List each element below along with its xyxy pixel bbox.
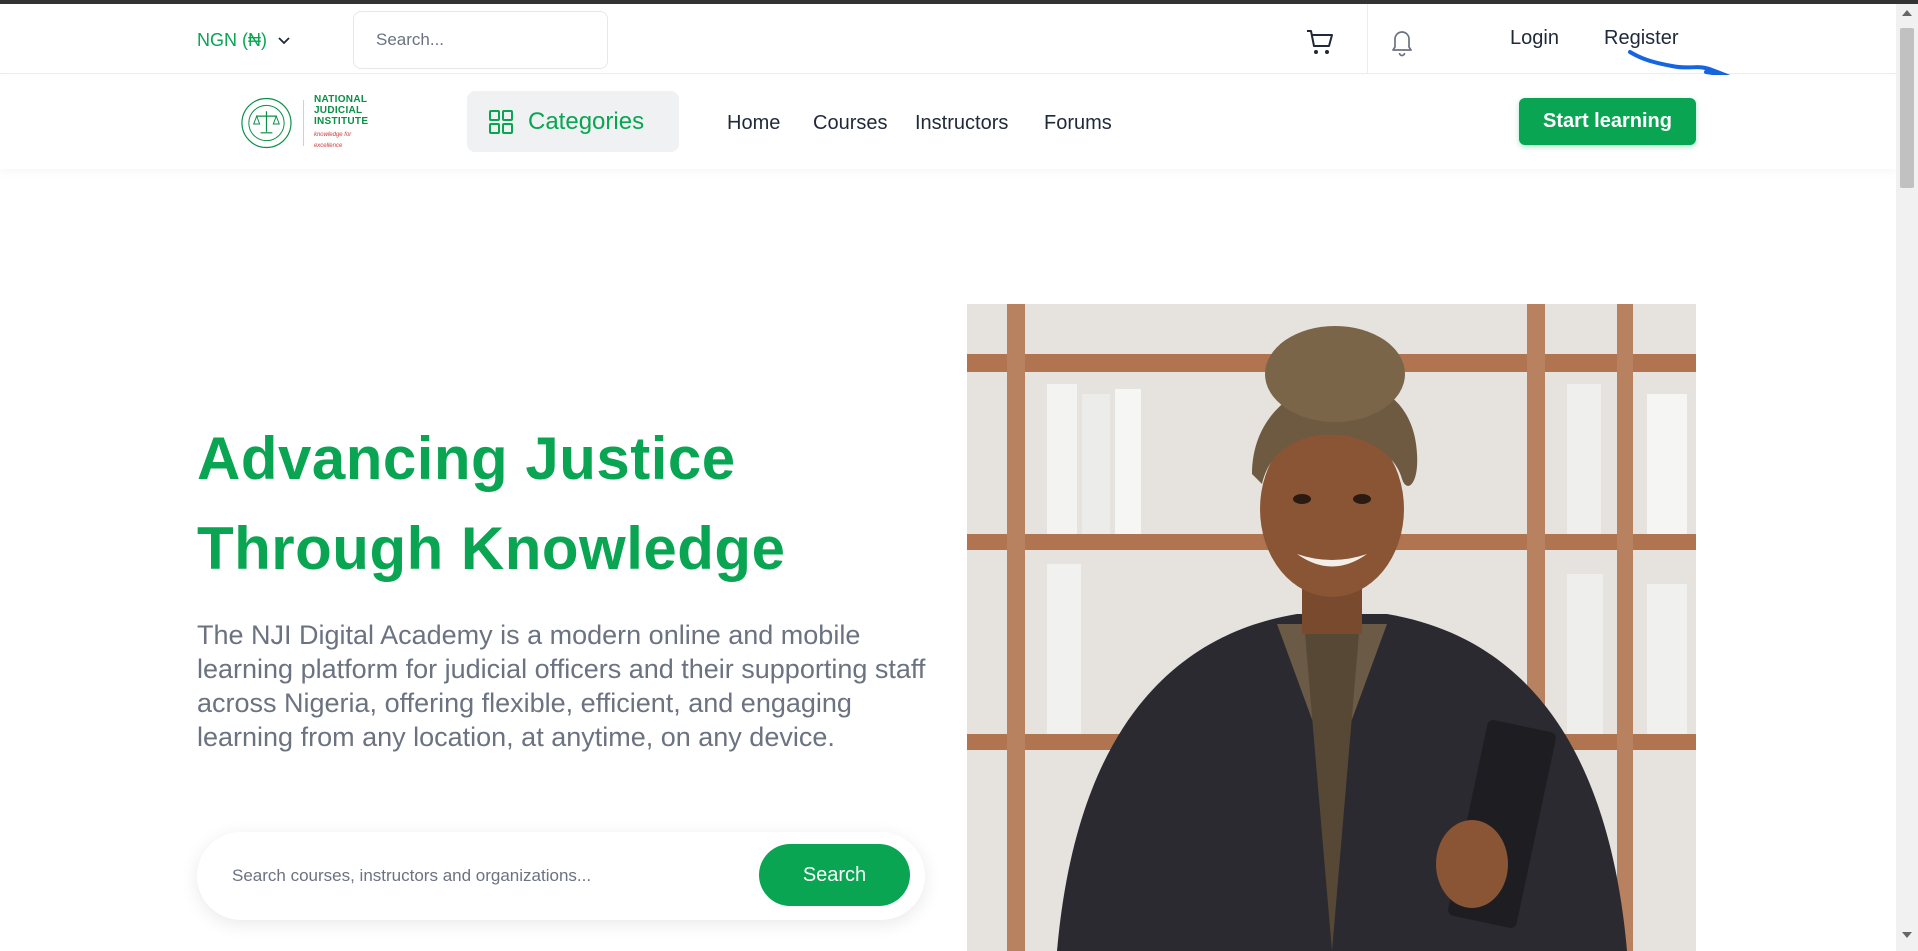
login-link[interactable]: Login [1510, 27, 1559, 50]
nav-forums-link[interactable]: Forums [1044, 112, 1112, 135]
hero-title-line-2: Through Knowledge [197, 515, 786, 582]
header-search-input[interactable] [376, 30, 597, 50]
scroll-down-arrow-icon[interactable] [1902, 932, 1912, 938]
scroll-thumb[interactable] [1900, 28, 1914, 188]
hero-title-line-1: Advancing Justice [197, 425, 736, 492]
court-seal-icon [241, 97, 292, 149]
chevron-down-icon [278, 37, 290, 45]
logo-line-2: JUDICIAL [313, 105, 363, 116]
categories-button[interactable]: Categories [467, 91, 679, 152]
main-navigation: NATIONAL JUDICIAL INSTITUTE knowledge fo… [0, 75, 1896, 169]
currency-selector[interactable]: NGN (₦) [197, 28, 291, 52]
logo-tagline: knowledge for excellence [313, 132, 352, 149]
logo-line-1: NATIONAL [313, 94, 368, 105]
grid-icon [489, 109, 513, 134]
logo-wordmark: NATIONAL JUDICIAL INSTITUTE knowledge fo… [314, 94, 380, 152]
cart-icon[interactable] [1305, 27, 1335, 57]
bell-icon[interactable] [1388, 27, 1416, 57]
divider [1367, 4, 1368, 74]
nav-home-link[interactable]: Home [727, 112, 780, 135]
hero-description: The NJI Digital Academy is a modern onli… [197, 620, 926, 752]
start-learning-button[interactable]: Start learning [1519, 98, 1696, 145]
nav-instructors-link[interactable]: Instructors [915, 112, 1008, 135]
hero-search-bar: Search [197, 832, 925, 920]
categories-label: Categories [528, 107, 645, 135]
hero-search-button[interactable]: Search [759, 844, 910, 906]
hero-image [967, 304, 1696, 951]
logo-line-3: INSTITUTE [313, 116, 369, 127]
currency-label: NGN (₦) [197, 29, 267, 50]
nav-courses-link[interactable]: Courses [813, 112, 887, 135]
nji-logo[interactable]: NATIONAL JUDICIAL INSTITUTE knowledge fo… [240, 94, 380, 152]
judge-portrait-illustration [967, 304, 1696, 951]
scroll-up-arrow-icon[interactable] [1902, 10, 1912, 16]
logo-separator [302, 100, 304, 146]
utility-bar: NGN (₦) Login Register [0, 4, 1896, 74]
hero-title: Advancing Justice Through Knowledge [197, 414, 937, 594]
page-scrollbar[interactable] [1896, 4, 1918, 951]
header-search [353, 11, 608, 69]
hero-search-input[interactable] [232, 860, 732, 892]
